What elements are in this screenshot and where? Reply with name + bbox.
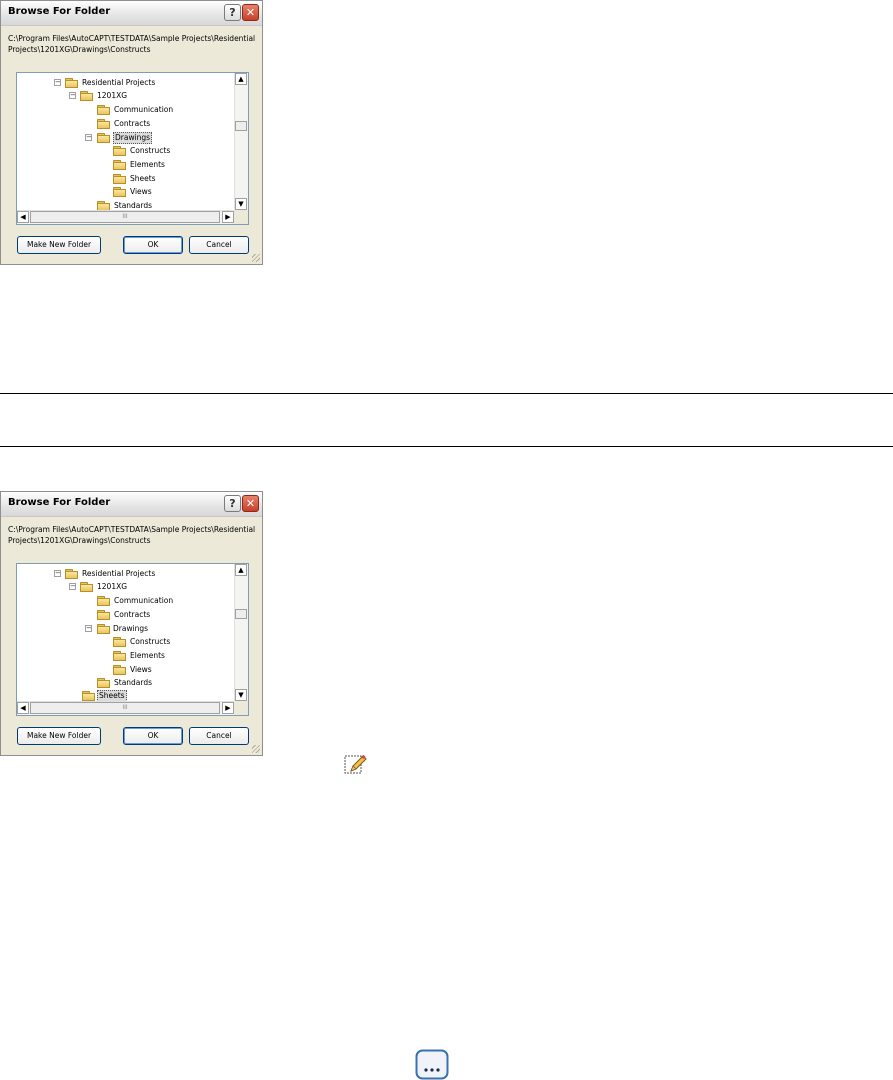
- tree-item-label: Contracts: [114, 610, 151, 619]
- horizontal-scroll-thumb[interactable]: III: [30, 702, 220, 714]
- collapse-icon[interactable]: −: [85, 134, 92, 141]
- tree-item-label: Elements: [130, 651, 165, 660]
- dialog-title: Browse For Folder: [8, 497, 111, 508]
- folder-icon: [113, 187, 126, 197]
- folder-icon: [82, 691, 95, 701]
- tree-item-label: Constructs: [130, 146, 171, 155]
- resize-grip-icon[interactable]: [252, 745, 260, 753]
- folder-icon: [113, 637, 126, 647]
- cancel-button[interactable]: Cancel: [189, 236, 249, 254]
- collapse-icon[interactable]: −: [54, 570, 61, 577]
- tree-item-label: Constructs: [130, 637, 171, 646]
- tree-item-label: Sheets: [130, 174, 156, 183]
- browse-folder-dialog-2: Browse For Folder ? ✕ C:\Program Files\A…: [0, 491, 263, 756]
- scroll-down-button[interactable]: ▼: [235, 689, 247, 701]
- title-bar[interactable]: Browse For Folder ? ✕: [1, 1, 262, 26]
- folder-icon: [65, 569, 78, 579]
- horizontal-scrollbar[interactable]: ◀ III ▶: [17, 210, 234, 224]
- folder-icon: [80, 582, 93, 592]
- scroll-grip-icon: III: [122, 213, 128, 220]
- vertical-scroll-thumb[interactable]: [235, 609, 247, 619]
- make-new-folder-button[interactable]: Make New Folder: [17, 236, 101, 254]
- vertical-scrollbar[interactable]: ▲ ▼: [234, 564, 248, 701]
- collapse-icon[interactable]: −: [54, 79, 61, 86]
- ok-button[interactable]: OK: [123, 236, 183, 254]
- folder-icon: [97, 105, 110, 115]
- folder-icon: [97, 133, 110, 143]
- tree-item-label: Residential Projects: [82, 78, 156, 87]
- section-divider: [0, 446, 893, 447]
- scroll-up-button[interactable]: ▲: [235, 73, 247, 85]
- folder-icon: [80, 91, 93, 101]
- scroll-grip-icon: III: [122, 704, 128, 711]
- ok-button[interactable]: OK: [123, 727, 183, 745]
- scroll-right-button[interactable]: ▶: [222, 702, 234, 714]
- tree-item-label: Communication: [114, 105, 174, 114]
- tree-item-label: Residential Projects: [82, 569, 156, 578]
- section-divider: [0, 393, 893, 394]
- collapse-icon[interactable]: −: [85, 625, 92, 632]
- pencil-edit-icon[interactable]: [343, 753, 367, 777]
- collapse-icon[interactable]: −: [69, 583, 76, 590]
- tree-item-label-selected: Drawings: [113, 132, 153, 144]
- folder-icon: [97, 596, 110, 606]
- tree-item-label: Drawings: [113, 624, 149, 633]
- scroll-right-button[interactable]: ▶: [222, 211, 234, 223]
- tree-item-label: Views: [130, 187, 152, 196]
- tree-item-label: Views: [130, 665, 152, 674]
- title-bar[interactable]: Browse For Folder ? ✕: [1, 492, 262, 517]
- folder-icon: [113, 160, 126, 170]
- tree-item-label: Communication: [114, 596, 174, 605]
- help-button[interactable]: ?: [224, 4, 241, 21]
- folder-tree[interactable]: − Residential Projects − 1201XG Communic…: [16, 563, 249, 716]
- folder-icon: [113, 174, 126, 184]
- help-button[interactable]: ?: [224, 495, 241, 512]
- vertical-scrollbar[interactable]: ▲ ▼: [234, 73, 248, 210]
- folder-tree[interactable]: − Residential Projects − 1201XG Communic…: [16, 72, 249, 225]
- folder-icon: [97, 610, 110, 620]
- resize-grip-icon[interactable]: [252, 254, 260, 262]
- horizontal-scroll-thumb[interactable]: III: [30, 211, 220, 223]
- collapse-icon[interactable]: −: [69, 92, 76, 99]
- folder-icon: [113, 665, 126, 675]
- folder-icon: [97, 624, 110, 634]
- vertical-scroll-thumb[interactable]: [235, 121, 247, 131]
- ellipsis-browse-icon[interactable]: [415, 1049, 449, 1080]
- close-button[interactable]: ✕: [242, 495, 259, 512]
- horizontal-scrollbar[interactable]: ◀ III ▶: [17, 701, 234, 715]
- folder-icon: [113, 651, 126, 661]
- folder-icon: [113, 146, 126, 156]
- selected-path: C:\Program Files\AutoCAPT\TESTDATA\Sampl…: [8, 34, 256, 54]
- scroll-left-button[interactable]: ◀: [17, 211, 29, 223]
- tree-item-label: Contracts: [114, 119, 151, 128]
- selected-path: C:\Program Files\AutoCAPT\TESTDATA\Sampl…: [8, 525, 256, 545]
- close-button[interactable]: ✕: [242, 4, 259, 21]
- scroll-up-button[interactable]: ▲: [235, 564, 247, 576]
- folder-icon: [65, 78, 78, 88]
- scroll-left-button[interactable]: ◀: [17, 702, 29, 714]
- cancel-button[interactable]: Cancel: [189, 727, 249, 745]
- tree-item-label: 1201XG: [97, 91, 128, 100]
- dialog-title: Browse For Folder: [8, 6, 111, 17]
- tree-item-label: Standards: [114, 678, 153, 687]
- make-new-folder-button[interactable]: Make New Folder: [17, 727, 101, 745]
- tree-item-label: Elements: [130, 160, 165, 169]
- tree-item-label: 1201XG: [97, 582, 128, 591]
- scrollbar-corner: [234, 210, 248, 224]
- scroll-down-button[interactable]: ▼: [235, 198, 247, 210]
- scrollbar-corner: [234, 701, 248, 715]
- folder-icon: [97, 678, 110, 688]
- folder-icon: [97, 119, 110, 129]
- browse-folder-dialog-1: Browse For Folder ? ✕ C:\Program Files\A…: [0, 0, 263, 265]
